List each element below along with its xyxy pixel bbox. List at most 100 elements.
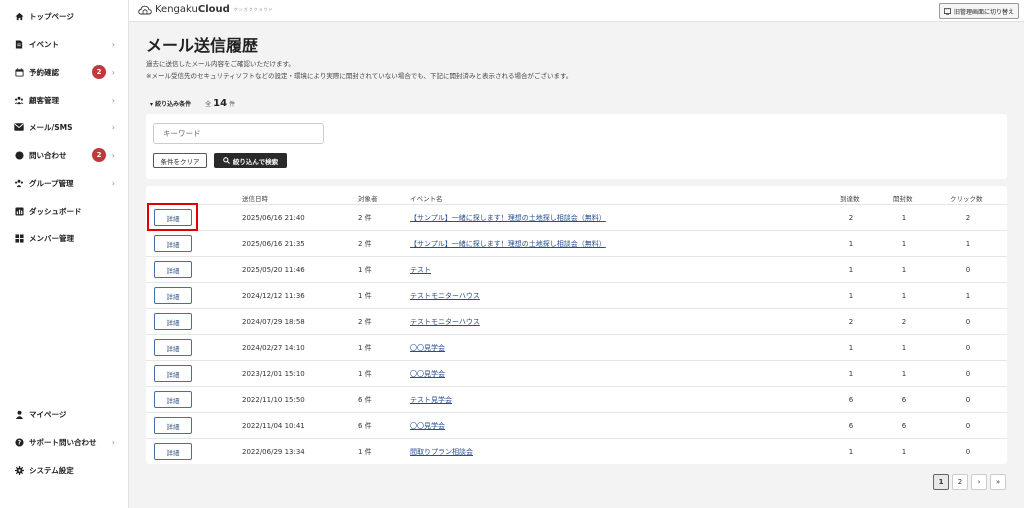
column-header-clicked: クリック数 — [950, 195, 983, 203]
sidebar-item-mail[interactable]: メール/SMS › — [0, 117, 128, 137]
logo-subtitle: ケンガククラウド — [233, 6, 274, 12]
chart-icon — [14, 206, 24, 216]
cell-opened: 1 — [901, 370, 907, 378]
detail-button[interactable]: 詳細 — [154, 365, 192, 382]
table-row: 詳細 2023/12/01 15:10 1 件 〇〇見学会 1 1 0 — [146, 360, 1007, 386]
detail-button[interactable]: 詳細 — [154, 261, 192, 278]
sidebar-item-label: トップページ — [29, 11, 74, 21]
cell-opened: 1 — [901, 292, 907, 300]
sidebar: トップページ イベント › 予約確認 2 › 顧客管理 › メール/SMS › … — [0, 0, 129, 508]
cell-target: 1 件 — [358, 370, 372, 378]
cell-target: 2 件 — [358, 318, 372, 326]
cell-reached: 1 — [848, 240, 854, 248]
sidebar-item-label: グループ管理 — [29, 178, 74, 188]
switch-legacy-label: 旧管理画面に切り替え — [953, 8, 1014, 16]
detail-button[interactable]: 詳細 — [154, 417, 192, 434]
detail-button[interactable]: 詳細 — [154, 339, 192, 356]
sidebar-item-group[interactable]: グループ管理 › — [0, 173, 128, 193]
sidebar-item-label: マイページ — [29, 409, 67, 419]
column-header-event: イベント名 — [410, 195, 443, 203]
help-icon: ? — [14, 437, 24, 447]
logo-text-bold: Cloud — [197, 4, 230, 15]
keyword-input[interactable] — [153, 123, 324, 144]
total-count: 全 14 件 — [205, 98, 236, 109]
column-header-target: 対象者 — [358, 195, 378, 203]
cell-clicked: 2 — [965, 214, 971, 222]
last-page-button[interactable]: » — [990, 474, 1006, 490]
cell-reached: 6 — [848, 422, 854, 430]
cell-reached: 2 — [848, 318, 854, 326]
screen-icon — [943, 7, 951, 15]
event-link[interactable]: テストモニターハウス — [410, 317, 480, 327]
sidebar-item-customers[interactable]: 顧客管理 › — [0, 90, 128, 110]
next-page-button[interactable]: › — [971, 474, 987, 490]
detail-button[interactable]: 詳細 — [154, 287, 192, 304]
sidebar-item-mypage[interactable]: マイページ — [0, 404, 128, 424]
sidebar-item-label: イベント — [29, 39, 59, 49]
cell-opened: 1 — [901, 240, 907, 248]
app-logo[interactable]: Kengaku Cloud ケンガククラウド — [138, 4, 274, 15]
switch-legacy-button[interactable]: 旧管理画面に切り替え — [938, 3, 1019, 19]
filter-toggle[interactable]: ▾ 絞り込み条件 — [150, 99, 191, 108]
sidebar-item-label: メンバー管理 — [29, 233, 74, 243]
cell-date: 2024/07/29 18:58 — [242, 318, 305, 326]
event-link[interactable]: 〇〇見学会 — [410, 421, 445, 431]
cell-reached: 1 — [848, 292, 854, 300]
sidebar-item-label: サポート問い合わせ — [29, 437, 97, 447]
detail-button[interactable]: 詳細 — [154, 443, 192, 460]
table-row: 詳細 2022/11/10 15:50 6 件 テスト見学会 6 6 0 — [146, 386, 1007, 412]
cell-date: 2022/11/04 10:41 — [242, 422, 305, 430]
sidebar-item-settings[interactable]: システム設定 — [0, 460, 128, 480]
notification-badge: 2 — [92, 65, 106, 79]
cell-clicked: 0 — [965, 396, 971, 404]
sidebar-item-event[interactable]: イベント › — [0, 34, 128, 54]
cell-reached: 2 — [848, 214, 854, 222]
event-link[interactable]: 〇〇見学会 — [410, 343, 445, 353]
cell-date: 2025/05/20 11:46 — [242, 266, 305, 274]
filter-panel: 条件をクリア 絞り込んで検索 — [146, 114, 1007, 179]
chevron-right-icon: › — [111, 122, 115, 132]
sidebar-item-support[interactable]: ? サポート問い合わせ › — [0, 432, 128, 452]
event-link[interactable]: テストモニターハウス — [410, 291, 480, 301]
filter-header: ▾ 絞り込み条件 全 14 件 — [150, 98, 235, 109]
page-button-1[interactable]: 1 — [933, 474, 949, 490]
event-link[interactable]: 【サンプル】一緒に探します！理想の土地探し相談会（無料） — [410, 213, 606, 223]
column-header-date: 送信日時 — [242, 195, 268, 203]
detail-button[interactable]: 詳細 — [154, 235, 192, 252]
cell-reached: 1 — [848, 266, 854, 274]
cell-target: 1 件 — [358, 292, 372, 300]
cell-clicked: 0 — [965, 422, 971, 430]
sidebar-item-label: ダッシュボード — [29, 206, 82, 216]
filter-label: 絞り込み条件 — [155, 101, 192, 108]
sidebar-item-dashboard[interactable]: ダッシュボード — [0, 201, 128, 221]
logo-text: Kengaku — [155, 4, 198, 15]
chevron-right-icon: › — [111, 67, 115, 77]
top-header: Kengaku Cloud ケンガククラウド 旧管理画面に切り替え — [129, 0, 1024, 22]
cell-opened: 6 — [901, 422, 907, 430]
detail-button[interactable]: 詳細 — [154, 391, 192, 408]
page-button-2[interactable]: 2 — [952, 474, 968, 490]
detail-button[interactable]: 詳細 — [154, 313, 192, 330]
grid-icon — [14, 233, 24, 243]
sidebar-item-top[interactable]: トップページ — [0, 6, 128, 26]
table-row: 詳細 2025/06/16 21:35 2 件 【サンプル】一緒に探します！理想の土地… — [146, 230, 1007, 256]
cell-opened: 1 — [901, 214, 907, 222]
cloud-logo-icon — [138, 5, 152, 14]
cell-date: 2025/06/16 21:40 — [242, 214, 305, 222]
sidebar-item-members[interactable]: メンバー管理 — [0, 228, 128, 248]
sidebar-item-label: 問い合わせ — [29, 150, 67, 160]
event-link[interactable]: 間取りプラン相談会 — [410, 447, 473, 457]
event-link[interactable]: テスト — [410, 265, 431, 275]
event-link[interactable]: 〇〇見学会 — [410, 369, 445, 379]
cell-reached: 1 — [848, 344, 854, 352]
clear-filter-button[interactable]: 条件をクリア — [153, 153, 207, 168]
sidebar-item-reservation[interactable]: 予約確認 2 › — [0, 62, 128, 82]
event-link[interactable]: テスト見学会 — [410, 395, 452, 405]
search-button[interactable]: 絞り込んで検索 — [214, 153, 287, 168]
cell-clicked: 1 — [965, 292, 971, 300]
cell-target: 6 件 — [358, 422, 372, 430]
event-link[interactable]: 【サンプル】一緒に探します！理想の土地探し相談会（無料） — [410, 239, 606, 249]
sidebar-item-inquiry[interactable]: 問い合わせ 2 › — [0, 145, 128, 165]
table-row: 詳細 2024/07/29 18:58 2 件 テストモニターハウス 2 2 0 — [146, 308, 1007, 334]
cell-target: 6 件 — [358, 396, 372, 404]
